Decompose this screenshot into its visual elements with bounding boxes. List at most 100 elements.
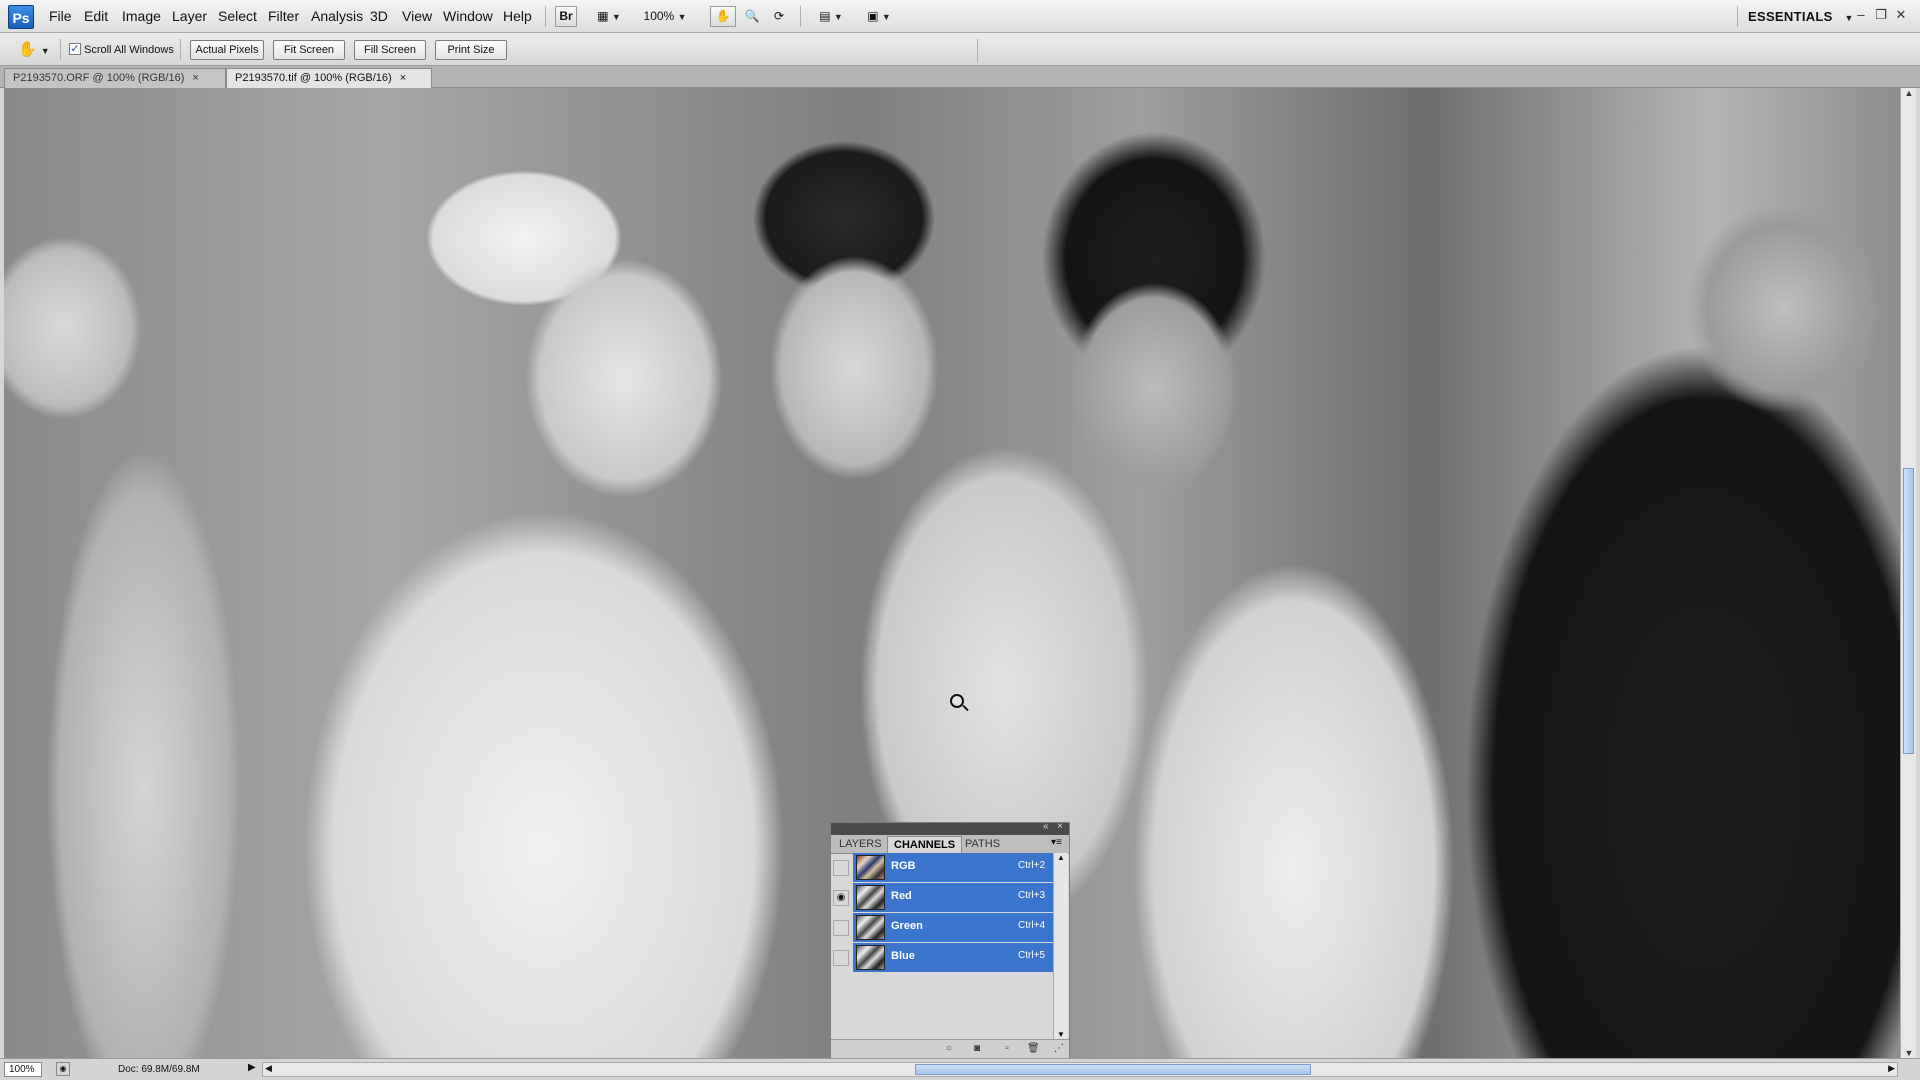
channel-entry[interactable]: Blue Ctrl+5 [853, 943, 1053, 972]
new-channel-icon[interactable]: ▫ [1001, 1043, 1013, 1054]
panel-footer: ○ ◙ ▫ 🗑 ⋰ [831, 1039, 1069, 1058]
arrange-documents-button[interactable]: ▤ ▼ [812, 6, 850, 27]
channel-row-green[interactable]: Green Ctrl+4 [831, 913, 1053, 943]
channel-thumbnail [856, 885, 885, 910]
menu-layer[interactable]: Layer [172, 0, 207, 33]
scroll-right-icon[interactable]: ▶ [1888, 1063, 1895, 1074]
magnifier-icon: 🔍 [744, 9, 760, 23]
trash-icon[interactable]: 🗑 [1027, 1043, 1040, 1054]
menu-file[interactable]: File [49, 0, 72, 33]
menu-bar: Ps File Edit Image Layer Select Filter A… [0, 0, 1920, 33]
scroll-up-icon[interactable]: ▲ [1901, 88, 1917, 98]
visibility-toggle[interactable]: ◉ [833, 890, 849, 906]
vertical-scrollbar[interactable]: ▲ ▼ [1900, 88, 1916, 1058]
options-separator [977, 39, 978, 63]
hand-icon: ✋ [715, 9, 731, 23]
close-panel-icon[interactable]: × [1057, 821, 1063, 832]
chevron-down-icon: ▼ [611, 12, 621, 22]
tab-layers[interactable]: LAYERS [833, 836, 888, 853]
channel-shortcut: Ctrl+5 [1018, 950, 1045, 961]
status-info-icon[interactable]: ◉ [56, 1062, 70, 1076]
vertical-scroll-thumb[interactable] [1903, 468, 1914, 754]
panel-scrollbar[interactable]: ▲ ▼ [1053, 853, 1068, 1039]
channel-row-rgb[interactable]: RGB Ctrl+2 [831, 853, 1053, 883]
tab-paths[interactable]: PATHS [959, 836, 1006, 853]
load-selection-icon[interactable]: ○ [943, 1043, 955, 1054]
zoom-cursor-icon [950, 694, 964, 708]
channel-name: Green [891, 920, 923, 932]
menu-window[interactable]: Window [443, 0, 493, 33]
hand-tool-button[interactable]: ✋ [710, 6, 736, 27]
close-icon[interactable]: ✕ [1892, 6, 1910, 24]
channel-name: RGB [891, 860, 916, 872]
scroll-all-windows-label: Scroll All Windows [84, 44, 174, 56]
channel-entry[interactable]: Green Ctrl+4 [853, 913, 1053, 942]
view-extras-icon: ▦ [597, 9, 609, 23]
collapse-panel-icon[interactable]: « [1043, 821, 1049, 832]
fit-screen-button[interactable]: Fit Screen [273, 40, 345, 60]
scroll-all-windows-checkbox[interactable]: ✓ [69, 43, 81, 55]
zoom-field[interactable]: 100% [4, 1062, 42, 1077]
menu-3d[interactable]: 3D [370, 0, 388, 33]
menu-separator [545, 6, 546, 27]
fill-screen-button[interactable]: Fill Screen [354, 40, 426, 60]
print-size-button[interactable]: Print Size [435, 40, 507, 60]
rotate-view-button[interactable]: ⟳ [768, 6, 790, 27]
menu-image[interactable]: Image [122, 0, 161, 33]
channel-entry[interactable]: Red Ctrl+3 [853, 883, 1053, 912]
close-icon[interactable]: × [192, 72, 198, 84]
channel-name: Blue [891, 950, 915, 962]
channel-row-red[interactable]: ◉ Red Ctrl+3 [831, 883, 1053, 913]
chevron-down-icon: ▼ [40, 46, 50, 56]
menu-filter[interactable]: Filter [268, 0, 299, 33]
workspace-switcher[interactable]: ESSENTIALS ▼ [1748, 0, 1854, 33]
menu-view[interactable]: View [402, 0, 432, 33]
menu-analysis[interactable]: Analysis [311, 0, 363, 33]
scroll-down-icon[interactable]: ▼ [1054, 1030, 1068, 1039]
visibility-toggle[interactable] [833, 860, 849, 876]
chevron-down-icon: ▼ [881, 12, 891, 22]
doc-tab-tif[interactable]: P2193570.tif @ 100% (RGB/16) × [226, 68, 432, 88]
workspace-label: ESSENTIALS [1748, 9, 1833, 24]
options-separator [60, 39, 61, 60]
doc-tab-label: P2193570.tif @ 100% (RGB/16) [235, 72, 392, 84]
channel-entry[interactable]: RGB Ctrl+2 [853, 853, 1053, 882]
channel-row-blue[interactable]: Blue Ctrl+5 [831, 943, 1053, 973]
zoom-level-value: 100% [643, 9, 675, 23]
menu-edit[interactable]: Edit [84, 0, 108, 33]
horizontal-scrollbar[interactable]: ◀ ▶ [262, 1062, 1898, 1077]
scroll-up-icon[interactable]: ▲ [1054, 853, 1068, 862]
channel-shortcut: Ctrl+2 [1018, 860, 1045, 871]
panel-menu-icon[interactable]: ▾≡ [1051, 837, 1062, 848]
menu-select[interactable]: Select [218, 0, 257, 33]
doc-tab-label: P2193570.ORF @ 100% (RGB/16) [13, 72, 185, 84]
eye-icon: ◉ [836, 892, 846, 903]
panel-title-bar[interactable]: « × [831, 821, 1069, 835]
actual-pixels-button[interactable]: Actual Pixels [190, 40, 264, 60]
close-icon[interactable]: × [400, 72, 406, 84]
zoom-level-dropdown[interactable]: 100% ▼ [638, 6, 692, 27]
scroll-left-icon[interactable]: ◀ [265, 1063, 272, 1074]
view-extras-button[interactable]: ▦ ▼ [590, 6, 628, 27]
visibility-toggle[interactable] [833, 950, 849, 966]
document-tab-bar: P2193570.ORF @ 100% (RGB/16) × P2193570.t… [0, 66, 1920, 88]
menu-help[interactable]: Help [503, 0, 532, 33]
scroll-down-icon[interactable]: ▼ [1901, 1048, 1917, 1058]
doc-size-info: Doc: 69.8M/69.8M [118, 1064, 200, 1075]
resize-grip-icon[interactable]: ⋰ [1053, 1043, 1065, 1054]
status-menu-arrow-icon[interactable]: ▶ [248, 1062, 256, 1073]
minimize-icon[interactable]: – [1852, 6, 1870, 24]
visibility-toggle[interactable] [833, 920, 849, 936]
doc-tab-orf[interactable]: P2193570.ORF @ 100% (RGB/16) × [4, 68, 226, 88]
zoom-tool-button[interactable]: 🔍 [741, 6, 763, 27]
hand-tool-preset-button[interactable]: ✋ ▼ [18, 40, 50, 58]
screen-mode-button[interactable]: ▣ ▼ [860, 6, 898, 27]
tab-channels[interactable]: CHANNELS [887, 836, 963, 854]
restore-icon[interactable]: ❐ [1872, 6, 1890, 24]
channel-shortcut: Ctrl+4 [1018, 920, 1045, 931]
chevron-down-icon: ▼ [677, 12, 687, 22]
channel-shortcut: Ctrl+3 [1018, 890, 1045, 901]
horizontal-scroll-thumb[interactable] [915, 1064, 1311, 1075]
bridge-button[interactable]: Br [555, 6, 577, 27]
save-selection-icon[interactable]: ◙ [971, 1043, 983, 1054]
